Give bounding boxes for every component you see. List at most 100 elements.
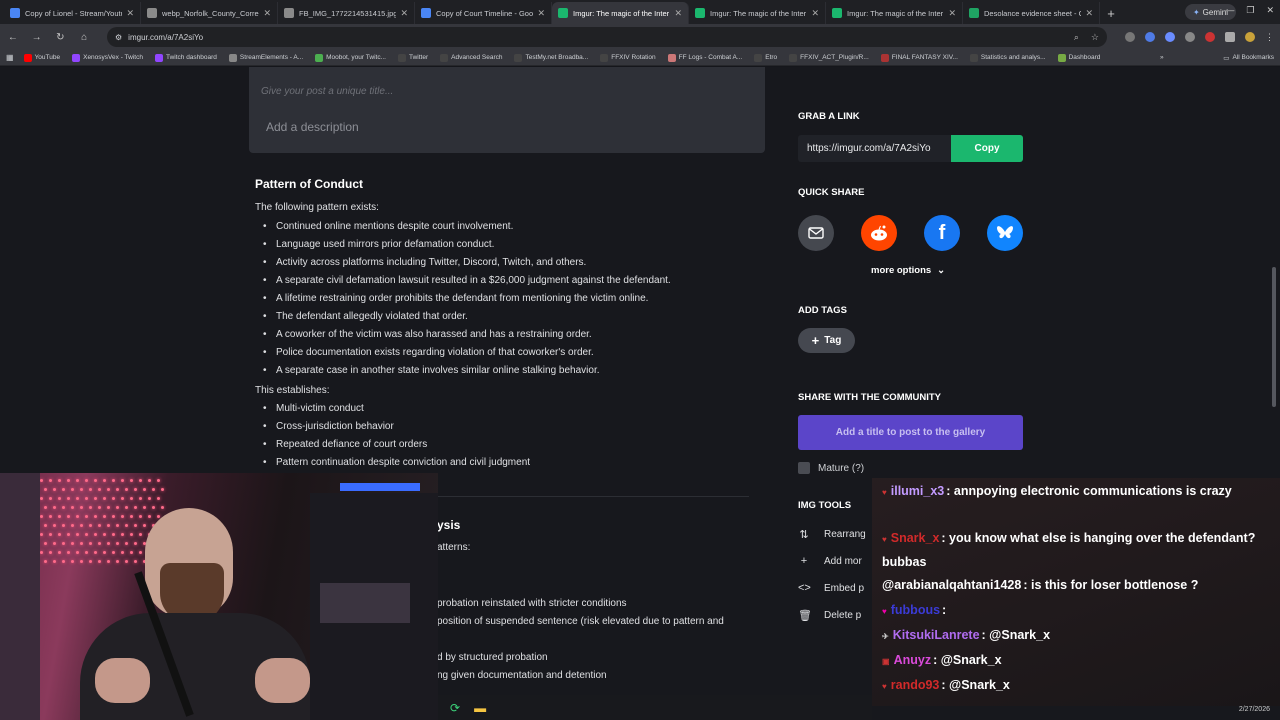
copy-link-button[interactable]: Copy xyxy=(951,135,1023,162)
led-dot xyxy=(76,497,79,500)
close-tab-icon[interactable]: ✕ xyxy=(126,8,134,19)
file-explorer-icon[interactable]: ▬ xyxy=(474,701,486,715)
led-dot xyxy=(89,542,92,545)
post-to-gallery-button[interactable]: Add a title to post to the gallery xyxy=(798,415,1023,450)
led-dot xyxy=(58,533,61,536)
led-dot xyxy=(116,488,119,491)
more-options-button[interactable]: more options ⌄ xyxy=(871,265,945,276)
bookmark-item[interactable]: Twitter xyxy=(398,53,428,62)
window-controls: — ❐ ✕ xyxy=(1225,5,1274,16)
extension-icon[interactable] xyxy=(1125,32,1135,42)
browser-tab[interactable]: Imgur: The magic of the Inter ✕ xyxy=(552,2,689,24)
share-facebook-button[interactable]: f xyxy=(924,215,960,251)
bookmark-item[interactable]: FINAL FANTASY XIV... xyxy=(880,53,958,62)
share-bluesky-button[interactable] xyxy=(987,215,1023,251)
led-dot xyxy=(152,506,155,509)
browser-tab[interactable]: Imgur: The magic of the Inter ✕ xyxy=(826,2,963,24)
post-title-input[interactable]: Give your post a unique title... xyxy=(261,86,393,97)
led-dot xyxy=(130,551,133,554)
quick-share-heading: QUICK SHARE xyxy=(798,187,865,198)
browser-tab[interactable]: FB_IMG_1772214531415.jpg (✕ xyxy=(278,2,415,24)
tool-rearrange[interactable]: ⇅ Rearrang xyxy=(798,528,865,541)
bookmark-item[interactable]: StreamElements - A... xyxy=(228,53,303,62)
forward-icon[interactable]: → xyxy=(30,32,44,43)
streamer-hand xyxy=(95,658,150,703)
post-description-input[interactable]: Add a description xyxy=(266,120,359,134)
extension-icon[interactable] xyxy=(1145,32,1155,42)
browser-tab[interactable]: Copy of Lionel - Stream/Youtu ✕ xyxy=(4,2,141,24)
browser-tab[interactable]: webp_Norfolk_County_Correc ✕ xyxy=(141,2,278,24)
bookmark-item[interactable]: XenosysVex - Twitch xyxy=(72,53,143,62)
all-bookmarks[interactable]: ▭ All Bookmarks xyxy=(1223,54,1274,62)
led-dot xyxy=(62,560,65,563)
puzzle-icon[interactable] xyxy=(1225,32,1235,42)
bookmark-item[interactable]: Dashboard xyxy=(1057,53,1100,62)
chat-username: rando93 xyxy=(890,678,940,692)
bookmark-favicon-icon xyxy=(667,53,676,62)
new-tab-button[interactable]: + xyxy=(1100,2,1122,24)
close-tab-icon[interactable]: ✕ xyxy=(263,8,271,19)
shelf-items xyxy=(320,583,410,623)
tool-add-more[interactable]: + Add mor xyxy=(798,555,862,567)
mature-checkbox[interactable] xyxy=(798,462,810,474)
maximize-icon[interactable]: ❐ xyxy=(1246,5,1254,16)
bookmark-item[interactable]: YouTube xyxy=(23,53,60,62)
extension-icon[interactable] xyxy=(1205,32,1215,42)
close-tab-icon[interactable]: ✕ xyxy=(811,8,819,19)
close-tab-icon[interactable]: ✕ xyxy=(400,8,408,19)
bookmarks-overflow-icon[interactable]: » xyxy=(1160,54,1164,61)
chat-message: @arabianalqahtani1428: is this for loser… xyxy=(882,574,1272,596)
browser-tab[interactable]: Imgur: The magic of the Inter ✕ xyxy=(689,2,826,24)
add-tag-button[interactable]: + Tag xyxy=(798,328,855,353)
tool-embed[interactable]: <> Embed p xyxy=(798,582,864,594)
led-dot xyxy=(161,506,164,509)
bookmark-item[interactable]: FFXIV_ACT_Plugin/R... xyxy=(789,53,869,62)
reload-icon[interactable]: ↻ xyxy=(54,32,68,43)
chat-text: : xyxy=(942,603,947,617)
share-email-button[interactable] xyxy=(798,215,834,251)
share-link-input[interactable]: https://imgur.com/a/7A2siYo xyxy=(798,135,951,162)
bookmark-item[interactable]: Moobot, your Twitc... xyxy=(315,53,386,62)
bookmark-item[interactable]: Advanced Search xyxy=(440,53,502,62)
site-info-icon[interactable]: ⚙ xyxy=(115,33,122,42)
curtain xyxy=(0,473,40,720)
share-reddit-button[interactable] xyxy=(861,215,897,251)
tool-delete[interactable]: 🗑 Delete p xyxy=(798,609,861,622)
browser-tab[interactable]: Desolance evidence sheet - G ✕ xyxy=(963,2,1100,24)
bookmark-favicon-icon xyxy=(315,53,324,62)
bookmark-item[interactable]: Etro xyxy=(754,53,777,62)
bluesky-icon xyxy=(996,226,1014,239)
profile-avatar[interactable] xyxy=(1245,32,1255,42)
led-dot xyxy=(58,551,61,554)
home-icon[interactable]: ⌂ xyxy=(77,32,91,43)
minimize-icon[interactable]: — xyxy=(1225,5,1234,16)
browser-tab[interactable]: Copy of Court Timeline - Goo ✕ xyxy=(415,2,552,24)
mail-icon xyxy=(808,227,824,239)
close-tab-icon[interactable]: ✕ xyxy=(948,8,956,19)
led-dot xyxy=(44,560,47,563)
close-tab-icon[interactable]: ✕ xyxy=(537,8,545,19)
led-dot xyxy=(103,551,106,554)
extension-icon[interactable] xyxy=(1185,32,1195,42)
close-tab-icon[interactable]: ✕ xyxy=(674,8,682,19)
address-bar[interactable]: ⚙ imgur.com/a/7A2siYo ⌕ ☆ xyxy=(107,27,1107,47)
apps-grid-icon[interactable]: ▦ xyxy=(6,53,14,62)
close-tab-icon[interactable]: ✕ xyxy=(1085,8,1093,19)
mature-toggle[interactable]: Mature (?) xyxy=(798,462,864,474)
bookmark-star-icon[interactable]: ☆ xyxy=(1091,32,1099,43)
bookmark-item[interactable]: Statistics and analys... xyxy=(969,53,1046,62)
page-scrollbar[interactable] xyxy=(1272,267,1276,407)
extension-icon[interactable] xyxy=(1165,32,1175,42)
webcam-overlay xyxy=(0,473,438,720)
back-icon[interactable]: ← xyxy=(6,32,20,43)
bookmark-item[interactable]: FFXIV Rotation xyxy=(600,53,656,62)
bookmark-item[interactable]: TestMy.net Broadba... xyxy=(514,53,588,62)
bookmark-item[interactable]: Twitch dashboard xyxy=(154,53,217,62)
close-window-icon[interactable]: ✕ xyxy=(1266,5,1274,16)
zoom-icon[interactable]: ⌕ xyxy=(1074,32,1079,43)
app-icon[interactable]: ⟳ xyxy=(450,701,460,715)
bookmark-item[interactable]: FF Logs - Combat A... xyxy=(667,53,742,62)
menu-dots-icon[interactable]: ⋮ xyxy=(1265,32,1274,43)
led-dot xyxy=(125,506,128,509)
post-heading: Pattern of Conduct xyxy=(255,177,363,191)
